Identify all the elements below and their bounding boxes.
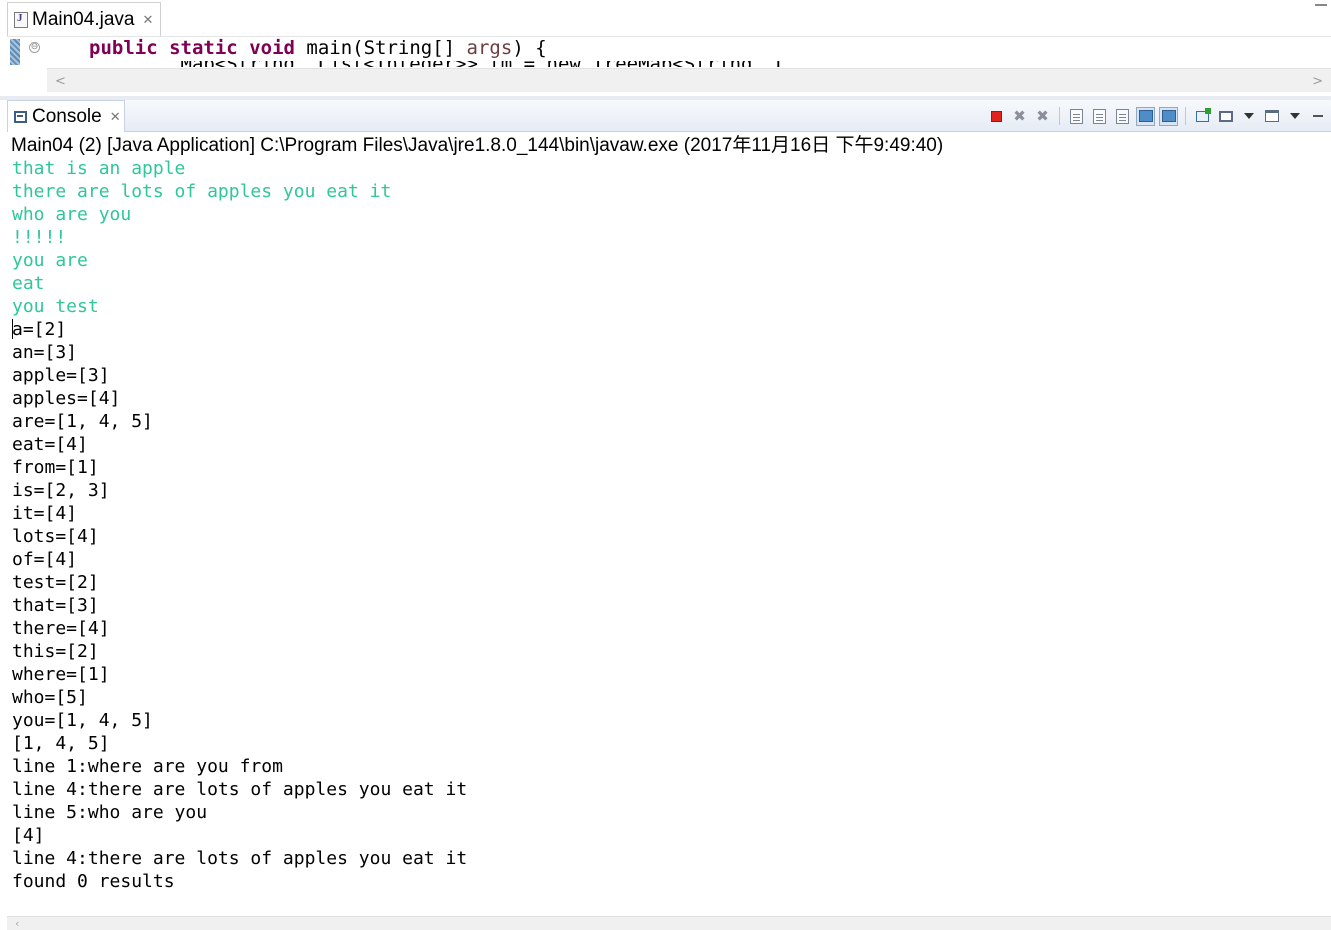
console-input-line: !!!!!	[12, 227, 67, 248]
open-console-dropdown-icon[interactable]	[1285, 107, 1304, 126]
remove-all-icon[interactable]: ✖	[1033, 107, 1052, 126]
console-output-line: [4]	[12, 825, 45, 846]
console-output-line: test=[2]	[12, 572, 99, 593]
console-output-line: from=[1]	[12, 457, 99, 478]
code-line-main: public static void main(String[] args) {	[89, 37, 547, 59]
console-output-line: eat=[4]	[12, 434, 88, 455]
console-output-line: where=[1]	[12, 664, 110, 685]
keyword-public: public	[89, 37, 158, 59]
code-line-end: ) {	[512, 37, 547, 59]
console-output-line: is=[2, 3]	[12, 480, 110, 501]
terminate-icon[interactable]	[987, 107, 1006, 126]
toolbar-separator	[1185, 107, 1186, 125]
console-output-line: line 4:there are lots of apples you eat …	[12, 848, 468, 869]
console-output-line: found 0 results	[12, 871, 175, 892]
console-output-line: lots=[4]	[12, 526, 99, 547]
console-output-line: there=[4]	[12, 618, 110, 639]
console-output-lines: a=[2] an=[3] apple=[3] apples=[4] are=[1, 4,…	[7, 318, 1331, 893]
word-wrap-icon[interactable]	[1113, 107, 1132, 126]
editor-tab-label: Main04.java	[32, 8, 135, 30]
console-launch-header: Main04 (2) [Java Application] C:\Program…	[7, 133, 1331, 158]
editor-horizontal-scrollbar[interactable]: < >	[47, 68, 1331, 92]
console-output-line: that=[3]	[12, 595, 99, 616]
scroll-right-icon[interactable]: >	[1312, 74, 1323, 89]
param-args: args	[466, 37, 513, 59]
console-output-line: line 5:who are you	[12, 802, 208, 823]
console-input-line: you are	[12, 250, 88, 271]
console-output-line: who=[5]	[12, 687, 88, 708]
scroll-left-icon[interactable]: ‹	[15, 917, 19, 930]
close-icon[interactable]: ✕	[142, 12, 153, 28]
tab-console[interactable]: Console ✕	[7, 100, 125, 132]
console-input-line: that is an apple	[12, 158, 186, 179]
console-output-line: an=[3]	[12, 342, 78, 363]
console-input-line: who are you	[12, 204, 132, 225]
text-caret	[12, 319, 13, 339]
java-file-icon	[14, 11, 28, 28]
minimize-icon[interactable]	[1308, 107, 1327, 126]
scroll-left-icon[interactable]: <	[55, 74, 66, 89]
console-output-line: of=[4]	[12, 549, 78, 570]
current-line-marker	[10, 39, 20, 65]
editor-tab-main04[interactable]: Main04.java ✕	[7, 2, 161, 36]
console-output-line: you=[1, 4, 5]	[12, 710, 153, 731]
open-console-icon[interactable]	[1262, 107, 1281, 126]
scroll-lock-icon[interactable]	[1090, 107, 1109, 126]
console-tab-label: Console	[32, 105, 102, 127]
console-input-line: you test	[12, 296, 99, 317]
code-editor[interactable]: ⊖ public static void main(String[] args)…	[7, 36, 1331, 96]
toolbar-separator	[1059, 107, 1060, 125]
display-console-icon[interactable]	[1216, 107, 1235, 126]
console-input-line: there are lots of apples you eat it	[12, 181, 392, 202]
console-output-line: this=[2]	[12, 641, 99, 662]
editor-tabbar: Main04.java ✕	[0, 0, 1331, 36]
console-output-line: apples=[4]	[12, 388, 121, 409]
console-horizontal-scrollbar[interactable]: ‹	[7, 916, 1331, 930]
console-icon	[14, 110, 27, 123]
console-output-line: a=[2]	[12, 319, 67, 340]
keyword-static: static	[169, 37, 238, 59]
console-output-line: are=[1, 4, 5]	[12, 411, 153, 432]
console-input-line: eat	[12, 273, 45, 294]
display-console-dropdown-icon[interactable]	[1239, 107, 1258, 126]
console-output-line: line 4:there are lots of apples you eat …	[12, 779, 468, 800]
console-toolbar: ✖ ✖	[987, 104, 1327, 128]
remove-launch-icon[interactable]: ✖	[1010, 107, 1029, 126]
pin-console-icon[interactable]	[1193, 107, 1212, 126]
console-output-line: [1, 4, 5]	[12, 733, 110, 754]
console-tabbar: Console ✕ ✖ ✖	[7, 100, 1331, 132]
console-input-lines: that is an apple there are lots of apples…	[7, 157, 1331, 318]
clear-console-icon[interactable]	[1067, 107, 1086, 126]
minimize-editor-icon[interactable]	[1315, 4, 1327, 7]
close-icon[interactable]: ✕	[110, 109, 121, 125]
code-line-next-cut: Map<String, List<Integer>> tm = new Tree…	[89, 61, 790, 67]
fold-collapse-icon[interactable]: ⊖	[29, 42, 40, 53]
console-output[interactable]: that is an apple there are lots of apples…	[7, 157, 1331, 916]
console-output-line: apple=[3]	[12, 365, 110, 386]
keyword-void: void	[249, 37, 295, 59]
method-signature: main(String[]	[294, 37, 467, 59]
show-stdout-icon[interactable]	[1136, 106, 1155, 126]
show-stderr-icon[interactable]	[1159, 106, 1178, 126]
console-output-line: it=[4]	[12, 503, 78, 524]
console-output-line: line 1:where are you from	[12, 756, 283, 777]
